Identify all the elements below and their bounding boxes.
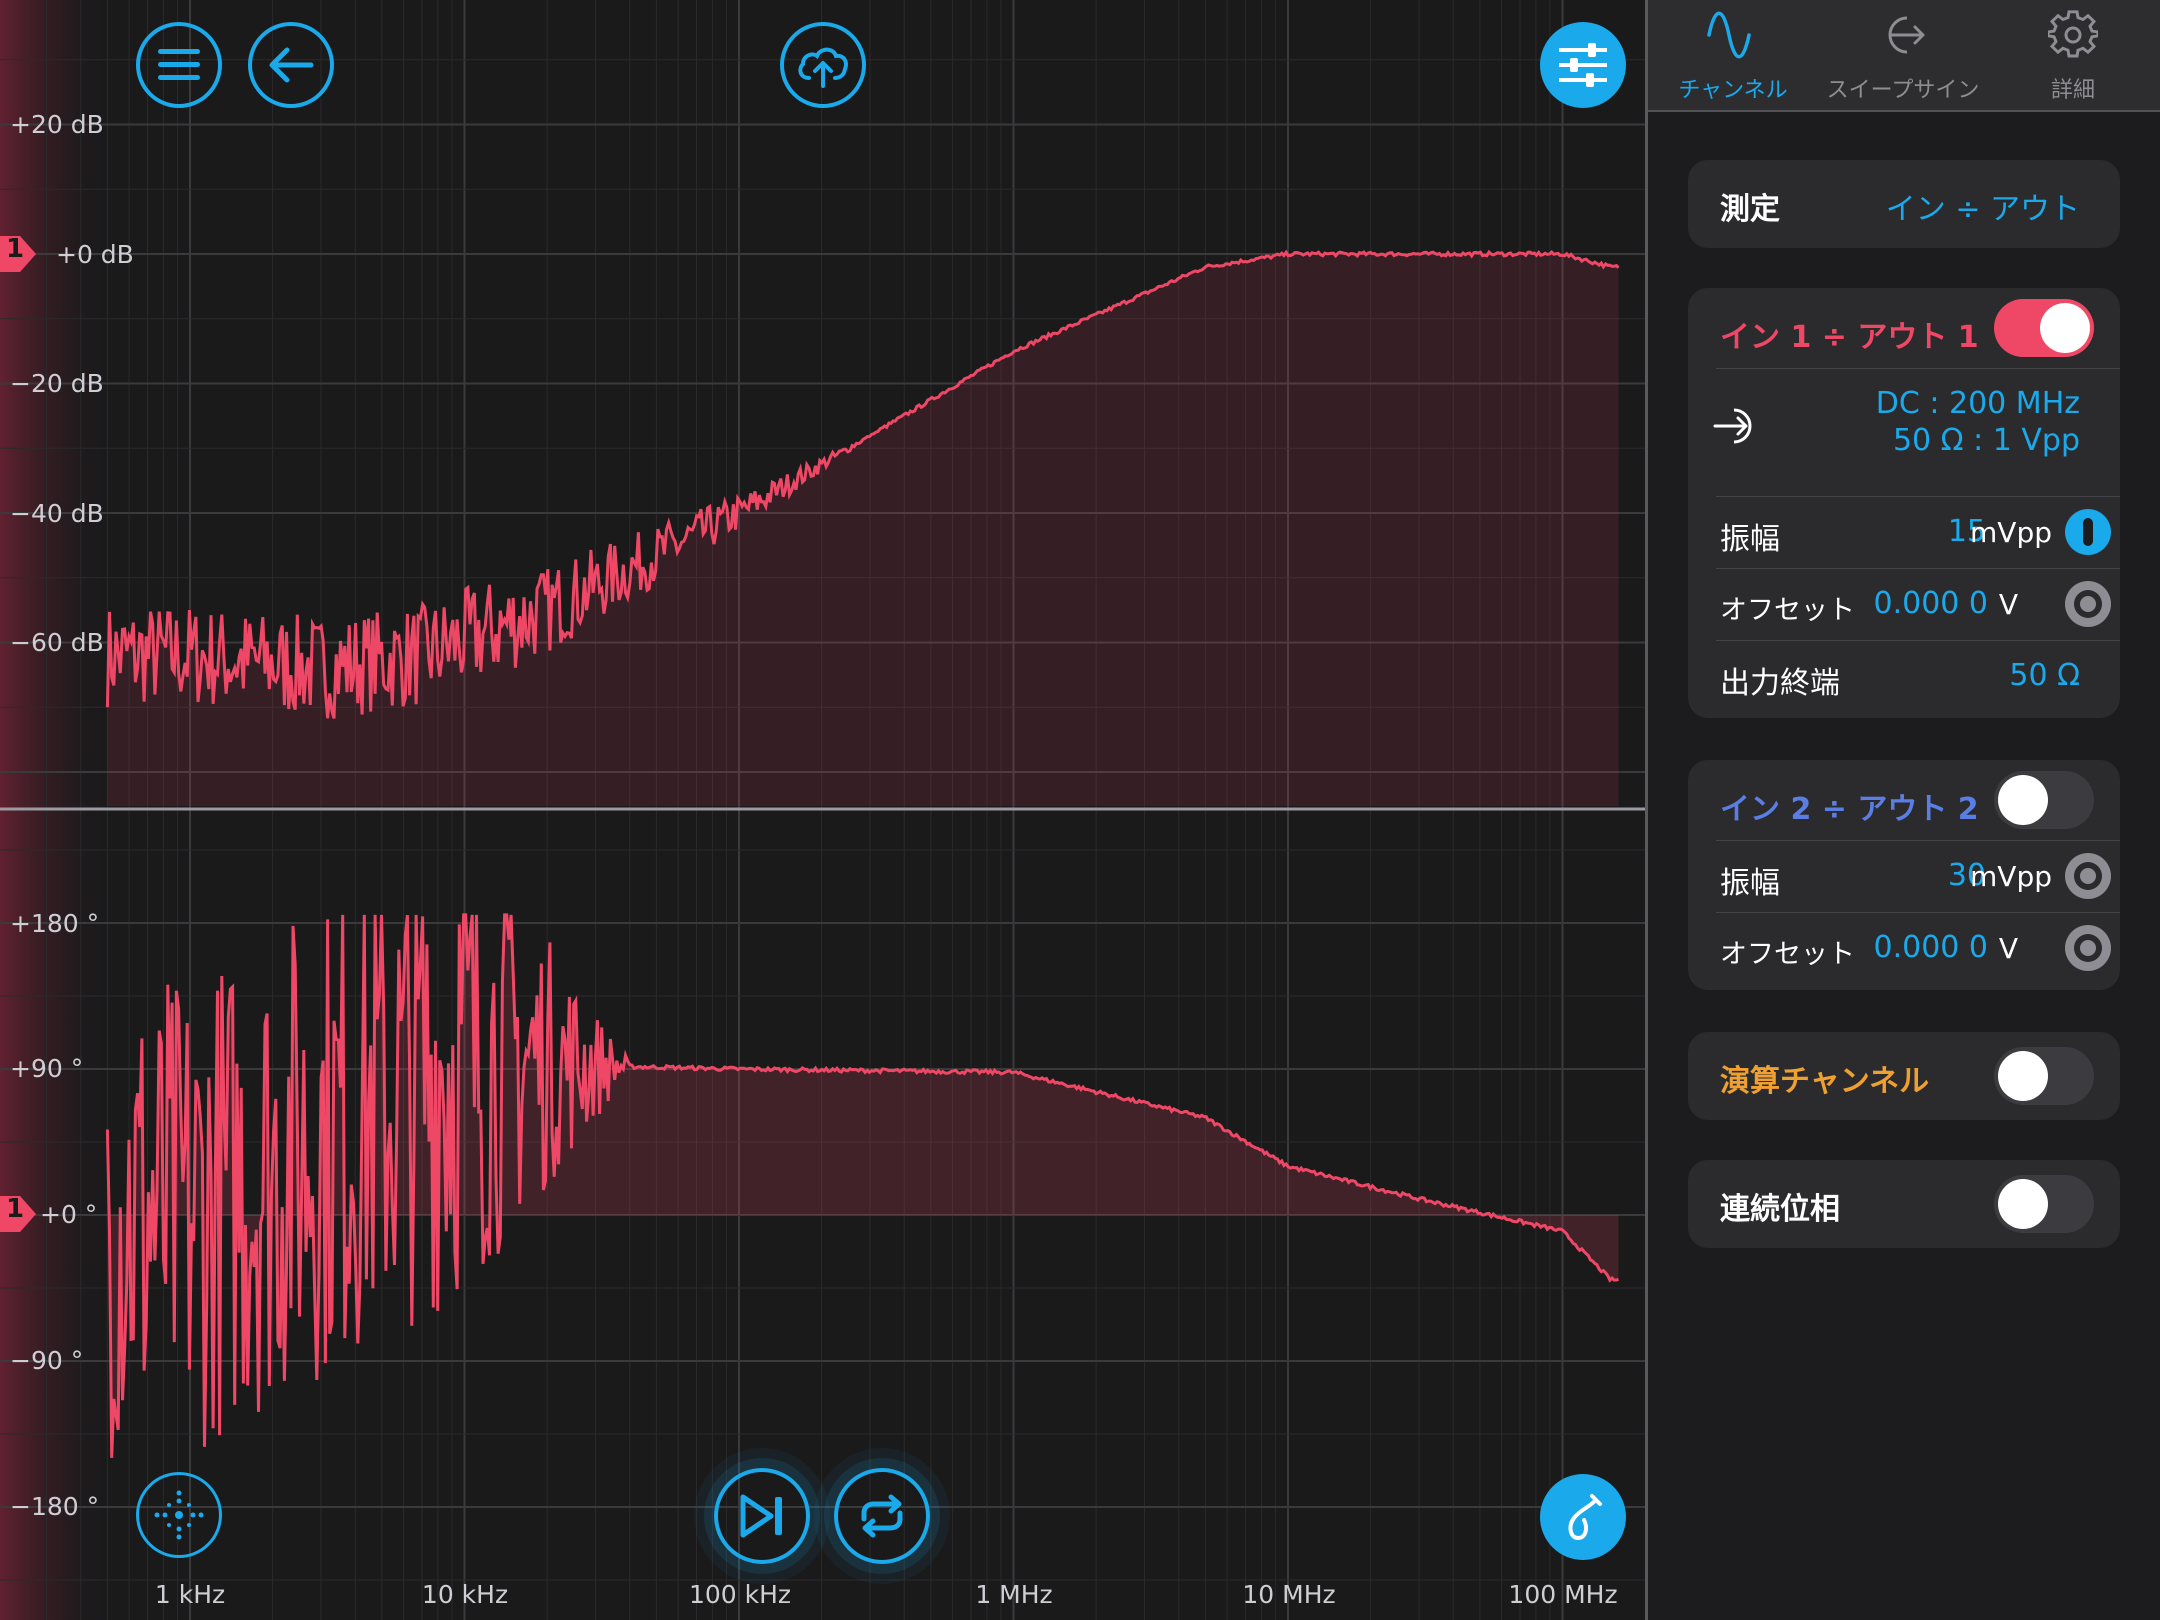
amplitude-label: 振幅	[1720, 866, 1780, 901]
freq-tick-label: 100 kHz	[688, 1580, 792, 1609]
channel-2-toggle[interactable]	[1994, 771, 2094, 829]
magnitude-series	[105, 249, 1620, 807]
measurement-label: 測定	[1720, 192, 1780, 227]
offset-value[interactable]: 0.000 0	[1873, 586, 1988, 621]
sine-wave-icon	[1707, 11, 1751, 59]
tab-channel[interactable]: チャンネル	[1648, 0, 1818, 110]
input-arrow-icon	[1713, 408, 1752, 444]
gear-icon	[2048, 10, 2098, 58]
channel-2-amplitude-row[interactable]: 振幅 30 mVpp	[1688, 840, 2120, 912]
phase-tick-label: +0 °	[40, 1200, 98, 1229]
channel-2-offset-row[interactable]: オフセット 0.000 0 V	[1688, 912, 2120, 984]
display-settings-button[interactable]	[1540, 22, 1626, 108]
menu-button[interactable]	[136, 22, 222, 108]
termination-value[interactable]: 50 Ω	[2009, 658, 2080, 693]
channel-1-input-row[interactable]: DC : 200 MHz 50 Ω : 1 Vpp	[1688, 368, 2120, 484]
tab-channel-label: チャンネル	[1678, 78, 1788, 103]
tab-details-label: 詳細	[2050, 78, 2095, 103]
bode-plot-area[interactable]: +20 dB +0 dB −20 dB −40 dB −60 dB +180 °…	[0, 0, 1645, 1620]
freq-tick-label: 1 kHz	[154, 1580, 226, 1609]
continuous-phase-label: 連続位相	[1720, 1192, 1840, 1227]
tab-sweep-sine-label: スイープサイン	[1826, 78, 1980, 103]
freq-tick-label: 10 kHz	[421, 1580, 509, 1609]
crosshair-icon	[154, 1490, 204, 1540]
channel-2-title: イン 2 ÷ アウト 2	[1720, 792, 1979, 827]
amplitude-label: 振幅	[1720, 522, 1780, 557]
offset-label: オフセット	[1720, 595, 1855, 626]
tab-sweep-sine[interactable]: スイープサイン	[1818, 0, 1988, 110]
channel-1-termination-row[interactable]: 出力終端 50 Ω	[1688, 640, 2120, 712]
offset-unit: V	[1998, 932, 2018, 965]
channel-1-header: イン 1 ÷ アウト 1	[1688, 288, 2120, 368]
channel-1-title: イン 1 ÷ アウト 1	[1720, 320, 1979, 355]
hamburger-menu-icon	[158, 49, 200, 80]
sweep-out-icon	[1888, 16, 1925, 54]
continuous-phase-toggle[interactable]	[1994, 1175, 2094, 1233]
mag-tick-label: −60 dB	[10, 628, 104, 657]
bode-plot-svg	[0, 0, 1645, 1620]
math-channel-label: 演算チャンネル	[1720, 1064, 1930, 1099]
freq-tick-label: 100 MHz	[1508, 1580, 1618, 1609]
mag-tick-label: +0 dB	[56, 240, 134, 269]
measurement-card[interactable]: 測定 イン ÷ アウト	[1688, 160, 2120, 248]
freq-tick-label: 1 MHz	[975, 1580, 1053, 1609]
channel-1-coupling: DC : 200 MHz	[1875, 386, 2080, 421]
tab-details[interactable]: 詳細	[1988, 0, 2158, 110]
offset-unit: V	[1998, 588, 2018, 621]
mag-marker-label: 1	[6, 234, 25, 264]
repeat-sweep-button[interactable]	[834, 1468, 930, 1564]
phase-tick-label: +90 °	[10, 1054, 84, 1083]
cloud-upload-button[interactable]	[780, 22, 866, 108]
probe-button[interactable]	[1540, 1474, 1626, 1560]
phase-tick-label: +180 °	[10, 909, 100, 938]
knob-inactive-icon[interactable]	[2064, 580, 2112, 628]
channel-1-toggle[interactable]	[1994, 299, 2094, 357]
mag-tick-label: −40 dB	[10, 499, 104, 528]
side-panel: チャンネル スイープサイン 詳細 測定 イン ÷ アウト イン 1 ÷ アウト …	[1648, 0, 2160, 1620]
offset-value[interactable]: 0.000 0	[1873, 930, 1988, 965]
channel-1-offset-row[interactable]: オフセット 0.000 0 V	[1688, 568, 2120, 640]
math-channel-card: 演算チャンネル	[1688, 1032, 2120, 1120]
cloud-upload-icon	[798, 47, 848, 88]
channel-2-header: イン 2 ÷ アウト 2	[1688, 760, 2120, 840]
amplitude-unit: mVpp	[1970, 860, 2052, 893]
knob-inactive-icon[interactable]	[2064, 852, 2112, 900]
amplitude-unit: mVpp	[1970, 516, 2052, 549]
probe-hook-icon	[1568, 1494, 1602, 1541]
skip-forward-icon	[740, 1494, 782, 1538]
phase-tick-label: −90 °	[10, 1346, 84, 1375]
arrow-left-icon	[269, 47, 314, 83]
crosshair-button[interactable]	[136, 1472, 222, 1558]
repeat-icon	[861, 1494, 903, 1538]
measurement-value[interactable]: イン ÷ アウト	[1886, 184, 2080, 228]
tab-bar: チャンネル スイープサイン 詳細	[1648, 0, 2160, 112]
phase-tick-label: −180 °	[10, 1492, 100, 1521]
termination-label: 出力終端	[1720, 666, 1840, 701]
channel-1-card: イン 1 ÷ アウト 1 DC : 200 MHz 50 Ω : 1 Vpp 振…	[1688, 288, 2120, 718]
channel-1-amplitude-row[interactable]: 振幅 15 mVpp	[1688, 496, 2120, 568]
knob-active-icon[interactable]	[2064, 508, 2112, 556]
phase-marker-label: 1	[6, 1194, 25, 1224]
back-button[interactable]	[248, 22, 334, 108]
freq-tick-label: 10 MHz	[1242, 1580, 1336, 1609]
knob-inactive-icon[interactable]	[2064, 924, 2112, 972]
single-step-button[interactable]	[714, 1468, 810, 1564]
offset-label: オフセット	[1720, 939, 1855, 970]
continuous-phase-card: 連続位相	[1688, 1160, 2120, 1248]
sliders-icon	[1559, 43, 1607, 87]
magnitude-area	[107, 252, 1619, 807]
mag-tick-label: +20 dB	[10, 110, 104, 139]
mag-tick-label: −20 dB	[10, 369, 104, 398]
channel-2-card: イン 2 ÷ アウト 2 振幅 30 mVpp オフセット 0.000 0 V	[1688, 760, 2120, 990]
channel-1-range: 50 Ω : 1 Vpp	[1892, 423, 2080, 458]
math-channel-toggle[interactable]	[1994, 1047, 2094, 1105]
